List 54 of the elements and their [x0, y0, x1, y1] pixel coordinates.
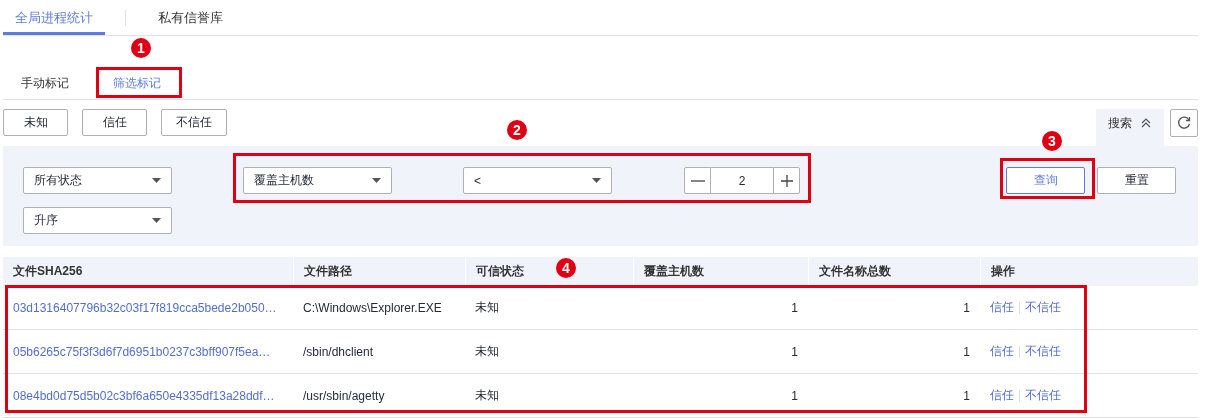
column-header: 文件路径 [293, 257, 465, 286]
dropdown-arrow-icon [152, 218, 161, 223]
table-cell: 1 [791, 344, 798, 359]
reset-button[interactable]: 重置 [1097, 167, 1176, 194]
table-cell: 未知 [475, 387, 499, 404]
table-cell: 1 [963, 344, 970, 359]
annotation-marker: 2 [507, 120, 527, 140]
table-cell: 1 [791, 300, 798, 315]
sha256-link[interactable]: 03d1316407796b32c03f17f819cca5bede2b050… [13, 300, 277, 315]
annotation-marker: 1 [131, 38, 151, 58]
dropdown-arrow-icon [592, 178, 601, 183]
annotation-marker: 3 [1042, 131, 1062, 151]
count-field[interactable]: 2 [711, 167, 773, 194]
column-header: 操作 [980, 257, 1198, 286]
table-cell: /sbin/dhclient [303, 344, 374, 359]
sha256-link[interactable]: 08e4bd0d75d5b02c3bf6a650e4335df13a28ddf… [13, 388, 275, 403]
column-header: 覆盖主机数 [633, 257, 808, 286]
status-select[interactable]: 所有状态 [23, 167, 172, 194]
decrement-button[interactable] [684, 167, 711, 194]
refresh-button[interactable] [1170, 109, 1198, 137]
table-cell: 1 [963, 300, 970, 315]
mark-button[interactable]: 未知 [3, 109, 68, 136]
action-link[interactable]: 信任 [990, 343, 1014, 360]
tab[interactable]: 私有信誉库 [146, 0, 235, 35]
action-link[interactable]: 信任 [990, 299, 1014, 316]
subtab[interactable]: 手动标记 [3, 71, 87, 95]
field-select[interactable]: 覆盖主机数 [243, 167, 392, 194]
search-toggle[interactable]: 搜索 [1096, 109, 1164, 146]
sort-select[interactable]: 升序 [23, 207, 172, 234]
plus-icon [779, 173, 794, 188]
action-link[interactable]: 信任 [990, 387, 1014, 404]
action-link[interactable]: 不信任 [1025, 343, 1061, 360]
mark-button[interactable]: 不信任 [161, 109, 227, 136]
table-cell: 1 [791, 388, 798, 403]
tab[interactable]: 全局进程统计 [3, 0, 105, 35]
dropdown-arrow-icon [372, 178, 381, 183]
table-cell: 未知 [475, 343, 499, 360]
column-header: 文件SHA256 [12, 263, 84, 280]
sha256-link[interactable]: 05b6265c75f3f3d6f7d6951b0237c3bff907f5ea… [13, 344, 271, 359]
operator-select[interactable]: < [463, 167, 612, 194]
increment-button[interactable] [773, 167, 800, 194]
action-link[interactable]: 不信任 [1025, 299, 1061, 316]
column-header: 文件名称总数 [808, 257, 980, 286]
dropdown-arrow-icon [152, 178, 161, 183]
table-cell: /usr/sbin/agetty [303, 388, 385, 403]
minus-icon [690, 179, 705, 182]
table-cell: 未知 [475, 299, 499, 316]
refresh-icon [1177, 116, 1191, 130]
subtab[interactable]: 筛选标记 [95, 71, 179, 95]
action-link[interactable]: 不信任 [1025, 387, 1061, 404]
mark-button[interactable]: 信任 [82, 109, 147, 136]
query-button[interactable]: 查询 [1006, 167, 1085, 194]
table-cell: 1 [963, 388, 970, 403]
table-cell: C:\Windows\Explorer.EXE [303, 300, 442, 315]
